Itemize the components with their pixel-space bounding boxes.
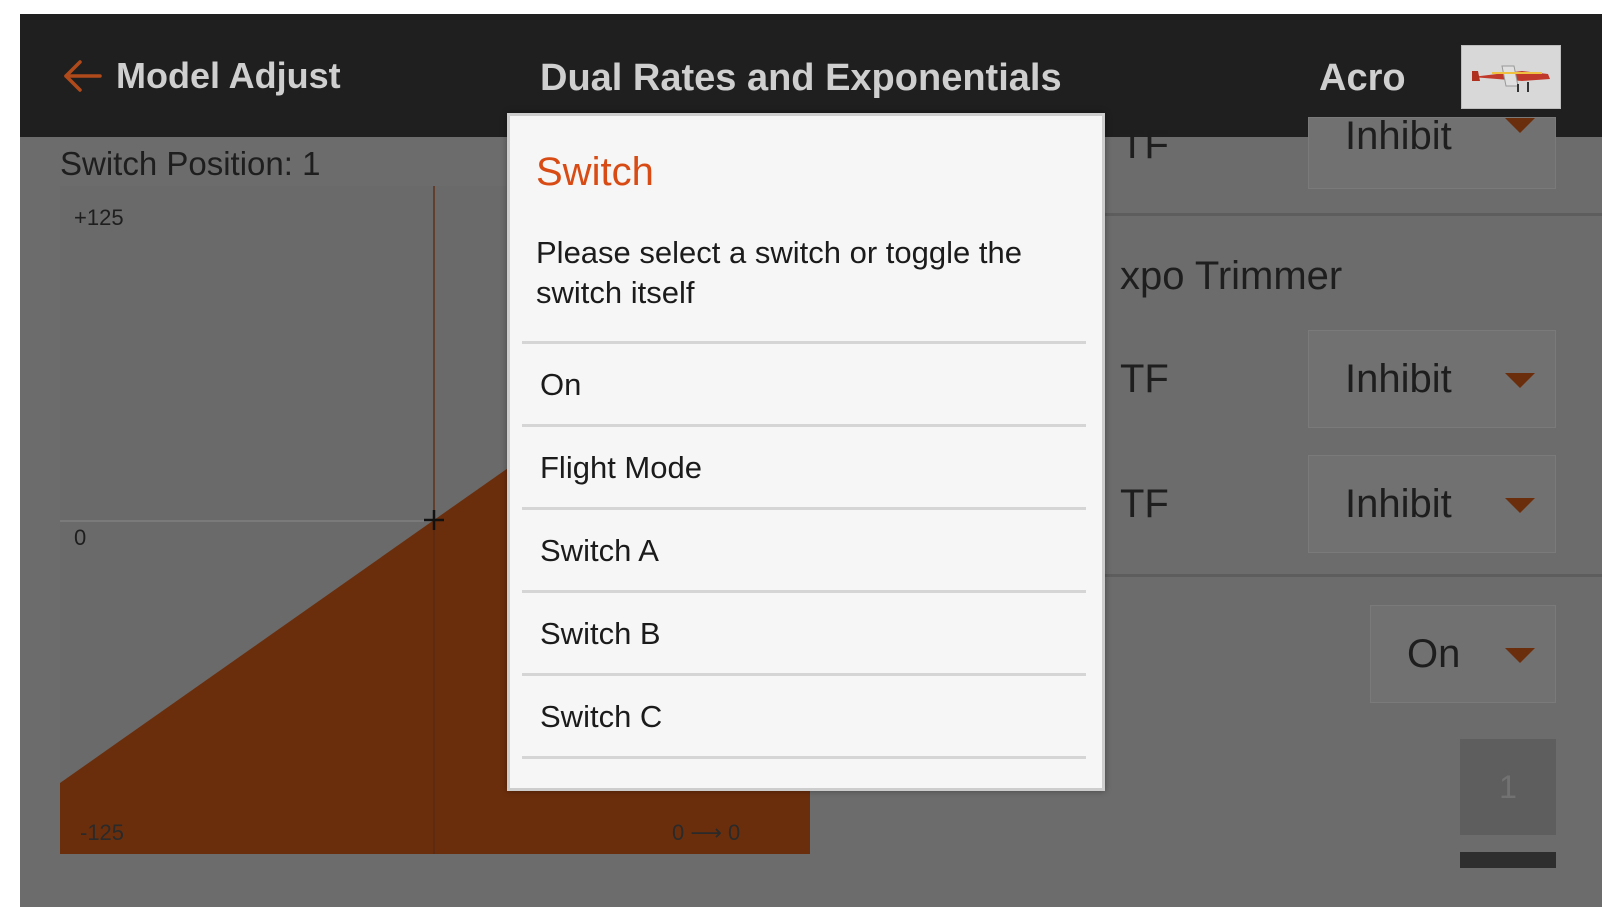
dropdown-top-value: Inhibit <box>1345 114 1452 158</box>
row2-label: TF <box>1120 482 1169 526</box>
dialog-message: Please select a switch or toggle the swi… <box>536 235 1022 310</box>
y-max-label: +125 <box>74 205 124 230</box>
option-label: Flight Mode <box>540 450 702 485</box>
model-name: Acro <box>1319 57 1406 99</box>
caret-down-icon <box>1505 118 1535 133</box>
input-output-readout: 0 ⟶ 0 <box>672 820 741 845</box>
option-label: Switch A <box>540 533 659 568</box>
back-button[interactable]: Model Adjust <box>116 56 341 96</box>
y-mid-label: 0 <box>74 525 87 550</box>
divider <box>1100 213 1602 216</box>
caret-down-icon <box>1505 373 1535 388</box>
caret-down-icon <box>1505 648 1535 663</box>
dropdown-row2-value: Inhibit <box>1345 482 1452 526</box>
dropdown-row2[interactable]: Inhibit <box>1308 455 1556 553</box>
dialog-title: Switch <box>536 150 654 194</box>
back-arrow-icon[interactable] <box>62 58 102 94</box>
position-indicator: 1 <box>1460 739 1556 835</box>
y-min-label: -125 <box>80 820 125 845</box>
option-on[interactable]: On <box>522 341 1086 424</box>
option-switch-b[interactable]: Switch B <box>522 590 1086 673</box>
option-label: Switch C <box>540 699 663 734</box>
dropdown-row1-value: Inhibit <box>1345 357 1452 401</box>
option-label: On <box>540 367 582 402</box>
dropdown-row3[interactable]: On <box>1370 605 1556 703</box>
dropdown-row3-value: On <box>1407 632 1461 676</box>
option-label: Switch D <box>540 780 662 788</box>
switch-position-label: Switch Position: 1 <box>60 145 321 182</box>
position-bar <box>1460 852 1556 868</box>
row1-label: TF <box>1120 357 1169 401</box>
switch-select-dialog: Switch Please select a switch or toggle … <box>507 113 1105 791</box>
airplane-icon <box>1472 65 1550 92</box>
model-thumbnail[interactable] <box>1461 45 1561 109</box>
option-switch-d[interactable]: Switch D <box>522 756 1086 788</box>
option-switch-c[interactable]: Switch C <box>522 673 1086 756</box>
divider <box>1100 574 1602 577</box>
option-flight-mode[interactable]: Flight Mode <box>522 424 1086 507</box>
dropdown-row1[interactable]: Inhibit <box>1308 330 1556 428</box>
app-screen: Model Adjust Dual Rates and Exponentials… <box>20 14 1602 907</box>
page-title: Dual Rates and Exponentials <box>540 57 1062 99</box>
section-title: xpo Trimmer <box>1120 254 1343 298</box>
partial-row-label: TF <box>1120 123 1169 167</box>
switch-options-list[interactable]: On Flight Mode Switch A Switch B Switch … <box>522 341 1086 788</box>
dropdown-top[interactable]: Inhibit <box>1308 114 1556 189</box>
option-label: Switch B <box>540 616 661 651</box>
option-switch-a[interactable]: Switch A <box>522 507 1086 590</box>
caret-down-icon <box>1505 498 1535 513</box>
